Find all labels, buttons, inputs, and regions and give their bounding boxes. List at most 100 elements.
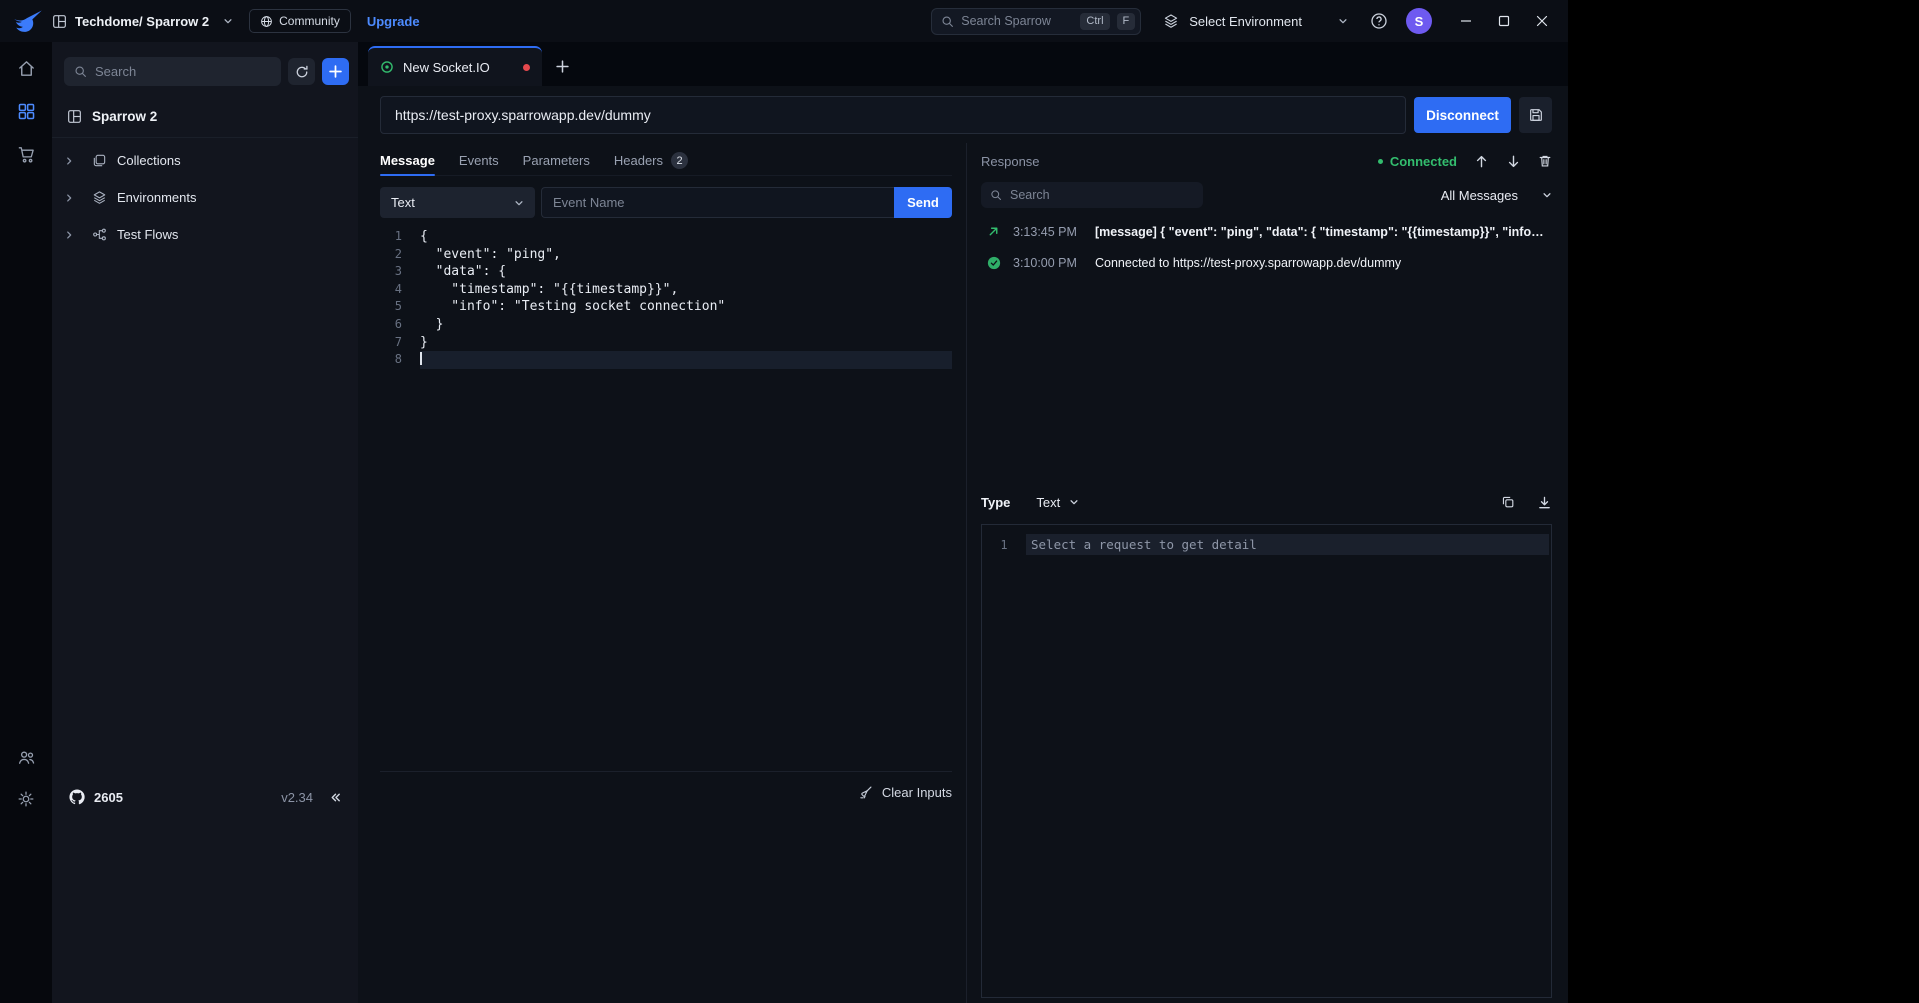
github-star-count: 2605 [94, 790, 123, 805]
chevron-down-icon [1542, 190, 1552, 200]
upgrade-link[interactable]: Upgrade [367, 14, 420, 29]
message-row[interactable]: 3:10:00 PM Connected to https://test-pro… [981, 247, 1552, 278]
detail-type-dropdown[interactable]: Text [1036, 495, 1079, 510]
sidebar-footer: 2605 v2.34 [52, 788, 358, 806]
home-icon[interactable] [17, 59, 36, 78]
tab-parameters[interactable]: Parameters [523, 146, 590, 175]
search-icon [74, 65, 87, 78]
help-icon[interactable] [1370, 12, 1388, 30]
line-number: 7 [380, 334, 402, 352]
line-number: 5 [380, 298, 402, 316]
chevron-down-icon [514, 198, 524, 208]
line-number: 3 [380, 263, 402, 281]
workspace-name: Techdome/ Sparrow 2 [75, 14, 209, 29]
headers-count-badge: 2 [671, 152, 688, 169]
environment-label: Select Environment [1189, 14, 1302, 29]
activity-rail [0, 42, 52, 1003]
message-filter-dropdown[interactable]: All Messages [1441, 188, 1552, 203]
message-type-select[interactable]: Text [380, 187, 535, 218]
refresh-button[interactable] [288, 58, 315, 85]
tab-headers[interactable]: Headers 2 [614, 146, 688, 175]
line-number: 4 [380, 281, 402, 299]
copy-icon[interactable] [1501, 495, 1515, 510]
new-tab-button[interactable] [542, 46, 582, 86]
response-search-input[interactable] [1010, 188, 1194, 202]
workspaces-icon[interactable] [17, 102, 36, 121]
url-input[interactable] [380, 96, 1406, 134]
sparrow-app-window: Techdome/ Sparrow 2 Community Upgrade Ct… [0, 0, 1568, 1003]
message-row[interactable]: 3:13:45 PM [message] { "event": "ping", … [981, 216, 1552, 247]
layers-icon [1163, 13, 1179, 29]
download-icon[interactable] [1537, 495, 1552, 510]
window-controls [1452, 7, 1556, 35]
add-new-button[interactable] [322, 58, 349, 85]
tab-title: New Socket.IO [403, 60, 514, 75]
community-button[interactable]: Community [249, 9, 351, 33]
sidebar: Sparrow 2 Collections [52, 42, 358, 1003]
shortcut-f-key: F [1117, 13, 1136, 30]
code-line: 3 "data": { [380, 263, 952, 281]
workspace-switcher[interactable]: Techdome/ Sparrow 2 [46, 10, 239, 33]
sidebar-search[interactable] [64, 57, 281, 86]
members-icon[interactable] [17, 748, 36, 767]
sidebar-search-input[interactable] [95, 64, 271, 79]
workspace-header: Sparrow 2 [52, 96, 358, 138]
line-content: } [420, 316, 952, 334]
sidebar-item-collections[interactable]: Collections [52, 142, 358, 179]
event-name-input[interactable] [541, 187, 894, 218]
connection-status: Connected [1378, 154, 1457, 169]
send-button[interactable]: Send [894, 187, 952, 218]
tab-message[interactable]: Message [380, 146, 435, 175]
titlebar: Techdome/ Sparrow 2 Community Upgrade Ct… [0, 0, 1568, 42]
chevron-right-icon [64, 230, 86, 240]
scroll-up-icon[interactable] [1474, 154, 1489, 169]
scroll-down-icon[interactable] [1506, 154, 1521, 169]
tab-bar: New Socket.IO [358, 42, 1568, 86]
request-tabs: Message Events Parameters Headers 2 [380, 146, 952, 176]
save-button[interactable] [1519, 97, 1552, 133]
clear-messages-trash-icon[interactable] [1538, 154, 1552, 168]
message-body-editor[interactable]: 1{ 2 "event": "ping", 3 "data": { 4 "tim… [380, 228, 952, 369]
text-cursor [420, 352, 422, 365]
sidebar-item-label: Environments [117, 190, 196, 205]
response-search[interactable] [981, 182, 1203, 208]
line-content: "timestamp": "{{timestamp}}", [420, 281, 952, 299]
code-line-current: 8 [380, 351, 952, 369]
settings-gear-icon[interactable] [17, 790, 35, 808]
response-detail-panel: Type Text [981, 489, 1552, 998]
request-footer: Clear Inputs [380, 771, 952, 800]
rail-bottom-group [0, 748, 52, 808]
response-header: Response Connected [981, 149, 1552, 173]
minimize-button[interactable] [1452, 7, 1480, 35]
response-toolbar: All Messages [981, 182, 1552, 208]
main-area: New Socket.IO Disconnect Message [358, 42, 1568, 1003]
marketplace-cart-icon[interactable] [17, 145, 36, 164]
response-detail-editor[interactable]: 1 Select a request to get detail [981, 524, 1552, 998]
github-link[interactable]: 2605 [68, 788, 123, 806]
tab-new-socketio[interactable]: New Socket.IO [368, 46, 542, 86]
shortcut-ctrl-key: Ctrl [1080, 13, 1109, 30]
sidebar-sections: Collections Environments [52, 138, 358, 253]
close-button[interactable] [1528, 7, 1556, 35]
clear-inputs-button[interactable]: Clear Inputs [882, 785, 952, 800]
request-pane: Message Events Parameters Headers 2 Text [358, 143, 966, 1003]
collapse-sidebar-icon[interactable] [329, 791, 342, 804]
chevron-right-icon [64, 193, 86, 203]
workspace-grid-icon [52, 14, 67, 29]
disconnect-button[interactable]: Disconnect [1414, 97, 1511, 133]
environment-selector[interactable]: Select Environment [1157, 9, 1354, 33]
sidebar-item-environments[interactable]: Environments [52, 179, 358, 216]
maximize-button[interactable] [1490, 7, 1518, 35]
collections-icon [92, 153, 107, 168]
app-version: v2.34 [281, 790, 313, 805]
user-avatar[interactable]: S [1406, 8, 1432, 34]
line-number: 2 [380, 246, 402, 264]
sidebar-item-test-flows[interactable]: Test Flows [52, 216, 358, 253]
code-line: 1{ [380, 228, 952, 246]
tab-events[interactable]: Events [459, 146, 499, 175]
global-search[interactable]: Ctrl F [931, 8, 1141, 35]
global-search-input[interactable] [961, 14, 1073, 28]
response-detail-header: Type Text [981, 489, 1552, 515]
line-content: } [420, 334, 952, 352]
detail-empty-text: Select a request to get detail [1026, 534, 1549, 555]
